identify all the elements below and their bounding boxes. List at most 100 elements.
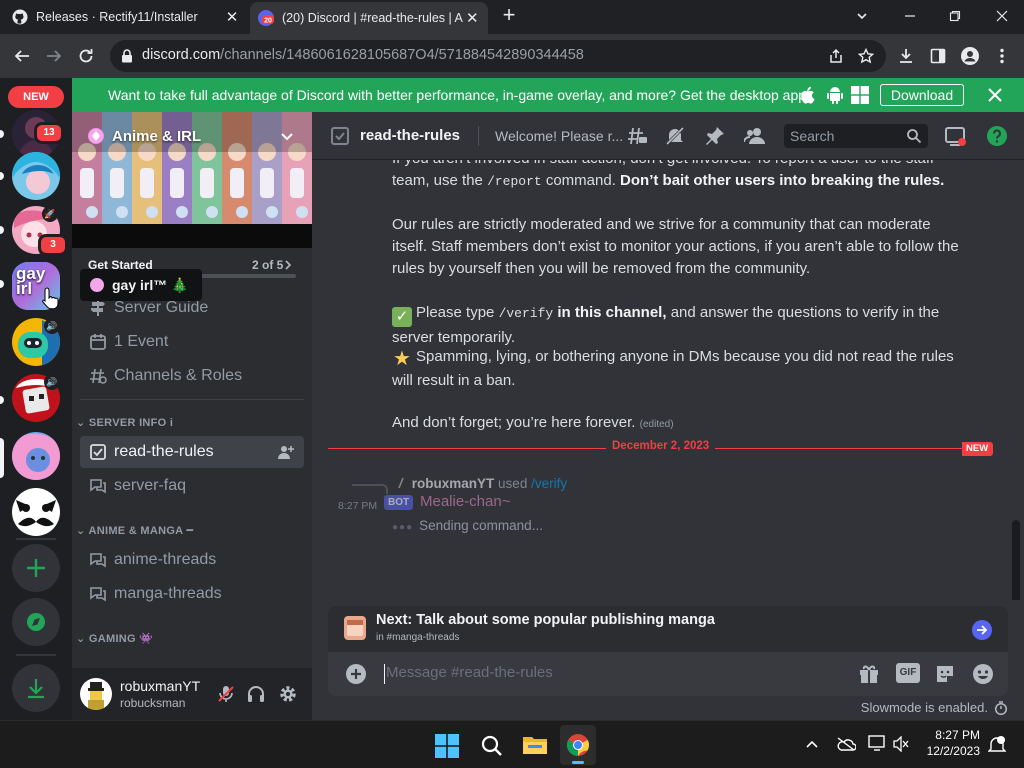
share-icon[interactable]: [828, 48, 844, 64]
rules-channel-icon: [88, 442, 108, 462]
tab-close-icon[interactable]: ✕: [465, 10, 480, 27]
tab-close-icon[interactable]: ✕: [224, 9, 240, 26]
address-bar[interactable]: discord.com/channels/1486061628105687O4/…: [110, 40, 886, 72]
gif-icon[interactable]: GIF: [896, 663, 920, 683]
category-label: GAMING 👾: [88, 633, 154, 645]
attach-plus-icon[interactable]: [346, 664, 366, 684]
restore-window-icon[interactable]: [945, 6, 965, 26]
back-arrow-icon[interactable]: [10, 44, 34, 68]
banner-close-icon[interactable]: [988, 83, 1002, 102]
inline-code: /report: [487, 174, 542, 189]
windows-start-icon[interactable]: [435, 734, 459, 758]
side-panel-icon[interactable]: [926, 44, 950, 68]
message-scrollbar[interactable]: [1012, 520, 1020, 600]
onedrive-icon[interactable]: [836, 737, 856, 751]
category-server-info[interactable]: ⌄ SERVER INFO i: [76, 416, 173, 429]
channels-roles-item[interactable]: Channels & Roles: [80, 360, 304, 392]
chevron-down-icon: ⌄: [76, 633, 89, 645]
server-icon-anime-irl[interactable]: [12, 432, 60, 480]
invite-user-icon[interactable]: [278, 444, 294, 460]
signpost-icon: [88, 298, 108, 318]
server-icon-mustache[interactable]: [12, 488, 60, 536]
lock-icon[interactable]: [121, 49, 133, 63]
check-mark-emoji-icon: ✓: [392, 307, 412, 327]
tab-discord[interactable]: 20 (20) Discord | #read-the-rules | A ✕: [250, 2, 488, 34]
category-gaming[interactable]: ⌄ GAMING 👾: [76, 632, 153, 645]
server-icon-blue-hair[interactable]: [12, 152, 60, 200]
download-apps-button[interactable]: [12, 664, 60, 712]
forward-arrow-icon[interactable]: [42, 44, 66, 68]
file-explorer-icon[interactable]: [522, 733, 548, 757]
channel-label: manga-threads: [114, 585, 222, 602]
server-menu-chevron-icon[interactable]: [280, 129, 294, 143]
channel-anime-threads[interactable]: anime-threads: [80, 544, 304, 576]
close-window-icon[interactable]: [992, 6, 1012, 26]
header-divider: [478, 126, 479, 146]
arrow-right-icon[interactable]: [972, 620, 992, 640]
message-composer[interactable]: Message #read-the-rules GIF: [328, 652, 1008, 696]
onboarding-progress-text: 2 of 5: [252, 258, 284, 272]
download-app-button[interactable]: Download: [880, 84, 964, 106]
chrome-menu-icon[interactable]: [990, 44, 1014, 68]
chat-area: read-the-rules Welcome! Please r... Sear…: [312, 112, 1024, 720]
search-input[interactable]: Search: [784, 124, 928, 148]
user-display-name[interactable]: robuxmanYT: [120, 678, 200, 694]
muted-microphone-icon[interactable]: [216, 684, 236, 704]
add-server-button[interactable]: [12, 544, 60, 592]
sticker-icon[interactable]: [934, 663, 956, 685]
show-hidden-icons-chevron-icon[interactable]: [806, 739, 818, 749]
notifications-muted-bell-icon[interactable]: [664, 125, 686, 147]
mouse-cursor-icon: [42, 286, 60, 310]
tab-search-chevron-icon[interactable]: [852, 6, 872, 26]
tab-github-releases[interactable]: Releases · Rectify11/Installer ✕: [12, 0, 248, 34]
taskbar-clock[interactable]: 8:27 PM 12/2/2023: [924, 728, 980, 758]
channel-read-the-rules[interactable]: read-the-rules: [80, 436, 304, 468]
gift-icon[interactable]: [858, 663, 880, 685]
emoji-picker-icon[interactable]: [972, 663, 994, 685]
bookmark-star-icon[interactable]: [858, 48, 874, 64]
channel-server-faq[interactable]: server-faq: [80, 470, 304, 502]
network-display-icon[interactable]: [868, 735, 888, 753]
url-host: discord.com: [142, 47, 221, 63]
chevron-right-icon[interactable]: [284, 259, 292, 271]
events-item[interactable]: 1 Event: [80, 326, 304, 358]
reload-icon[interactable]: [74, 44, 98, 68]
category-anime-manga[interactable]: ⌄ ANIME & MANGA ━: [76, 524, 193, 537]
download-icon[interactable]: [894, 44, 918, 68]
notification-center-icon[interactable]: [988, 735, 1006, 755]
new-unreads-pill[interactable]: NEW: [8, 86, 64, 108]
inbox-icon[interactable]: [944, 125, 966, 147]
next-step-card[interactable]: Next: Talk about some popular publishing…: [328, 606, 1008, 652]
server-banner[interactable]: Anime & IRL: [72, 112, 312, 248]
channel-manga-threads[interactable]: manga-threads: [80, 578, 304, 610]
forum-icon: [88, 550, 108, 570]
threads-icon[interactable]: [626, 125, 648, 147]
minimize-window-icon[interactable]: [900, 6, 920, 26]
channel-label: server-faq: [114, 477, 187, 494]
profile-icon[interactable]: [958, 44, 982, 68]
speaker-muted-icon[interactable]: [892, 736, 910, 752]
channel-label: anime-threads: [114, 551, 217, 568]
chrome-taskbar-button[interactable]: [560, 725, 596, 765]
member-list-icon[interactable]: [744, 125, 766, 147]
help-icon[interactable]: [986, 125, 1008, 147]
avatar[interactable]: [80, 678, 112, 710]
bot-name[interactable]: Mealie-chan~: [420, 493, 510, 510]
new-tab-button[interactable]: +: [498, 4, 520, 27]
taskbar-search-icon[interactable]: [480, 734, 504, 758]
user-settings-gear-icon[interactable]: [278, 684, 298, 704]
command-reply[interactable]: robuxmanYT used /verify: [394, 476, 567, 491]
windows-taskbar: 8:27 PM 12/2/2023: [0, 720, 1024, 768]
server-list-divider: [16, 538, 56, 540]
message-rules-verify: ✓ Please type /verify in this channel, an…: [392, 302, 964, 349]
explore-servers-button[interactable]: [12, 598, 60, 646]
message-input[interactable]: Message #read-the-rules: [386, 664, 553, 681]
bot-tag: BOT: [384, 495, 414, 510]
url-path: /channels/1486061628105687O4/57188454289…: [220, 47, 584, 63]
message-list: If you aren’t involved in staff action, …: [312, 160, 1024, 600]
banner-text: Want to take full advantage of Discord w…: [108, 87, 810, 103]
pinned-messages-icon[interactable]: [704, 125, 726, 147]
chevron-down-icon: ⌄: [76, 417, 89, 429]
channel-topic[interactable]: Welcome! Please r...: [495, 128, 623, 144]
headphones-icon[interactable]: [246, 684, 266, 704]
